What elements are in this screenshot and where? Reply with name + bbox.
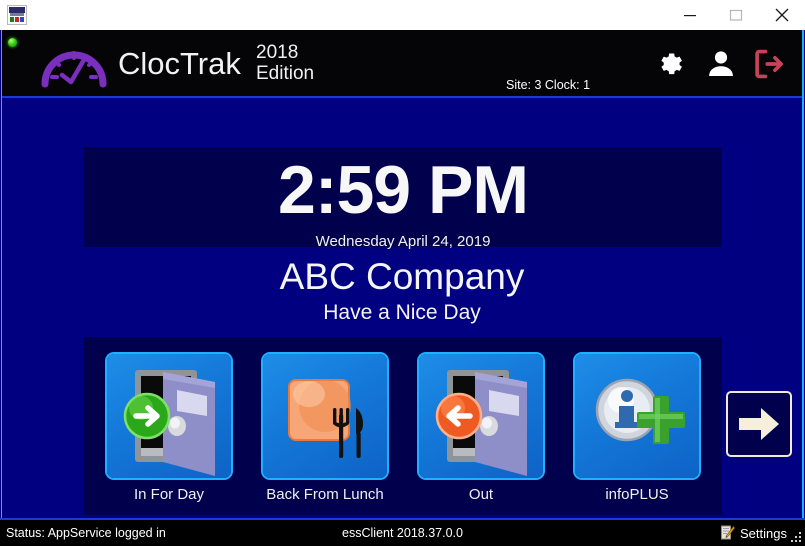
- close-icon: [775, 8, 789, 22]
- header-icon-group: [656, 47, 786, 81]
- punch-button-label: In For Day: [133, 486, 205, 503]
- settings-gear-button[interactable]: [656, 47, 690, 81]
- status-bar: Status: AppService logged in essClient 2…: [0, 518, 805, 546]
- punch-button-infoplus[interactable]: infoPLUS: [574, 354, 700, 504]
- punch-tile: [107, 354, 231, 478]
- door-out-icon: [435, 370, 527, 476]
- logout-icon: [755, 49, 784, 79]
- door-in-icon: [123, 370, 215, 476]
- close-button[interactable]: [759, 1, 805, 30]
- punch-button-row: In For Day Back From Lunch Out infoPLUS: [106, 354, 700, 504]
- maximize-button[interactable]: [713, 1, 759, 30]
- punch-button-label: Out: [468, 486, 494, 503]
- punch-tile: [575, 354, 699, 478]
- company-name: ABC Company: [279, 256, 525, 297]
- clock-panel: 2:59 PM Wednesday April 24, 2019: [84, 147, 722, 250]
- punch-button-in-for-day[interactable]: In For Day: [106, 354, 232, 504]
- arrow-right-icon: [739, 408, 779, 440]
- punch-tile: [263, 354, 387, 478]
- info-plus-icon: [595, 378, 685, 444]
- punch-tile: [419, 354, 543, 478]
- settings-shortcut[interactable]: Settings: [720, 525, 787, 541]
- app-icon: [7, 5, 27, 25]
- connection-status-led: [8, 38, 17, 47]
- settings-label: Settings: [740, 525, 787, 541]
- user-account-button[interactable]: [704, 47, 738, 81]
- resize-grip[interactable]: [790, 531, 803, 544]
- gear-icon: [661, 53, 682, 75]
- current-time: 2:59 PM: [278, 152, 529, 228]
- punch-button-out[interactable]: Out: [418, 354, 544, 504]
- edition-year: 2018: [256, 42, 299, 63]
- application-body: ClocTrak 2018 Edition Site: 3 Clock: 1 2…: [0, 30, 805, 546]
- app-header: ClocTrak 2018 Edition Site: 3 Clock: 1: [2, 30, 802, 98]
- punch-button-label: Back From Lunch: [266, 486, 384, 503]
- current-date: Wednesday April 24, 2019: [315, 233, 491, 250]
- gauge-icon: [41, 51, 107, 88]
- maximize-icon: [729, 9, 743, 21]
- punch-button-back-from-lunch[interactable]: Back From Lunch: [262, 354, 388, 504]
- brand-title: ClocTrak: [118, 46, 241, 81]
- greeting-message: Have a Nice Day: [323, 301, 481, 324]
- edition-word: Edition: [256, 63, 315, 84]
- logout-button[interactable]: [752, 47, 786, 81]
- punch-button-label: infoPLUS: [605, 486, 669, 503]
- minimize-button[interactable]: [667, 1, 713, 30]
- application-window: ClocTrak 2018 Edition Site: 3 Clock: 1 2…: [0, 0, 805, 546]
- application-content: ClocTrak 2018 Edition Site: 3 Clock: 1 2…: [1, 30, 804, 518]
- version-text: essClient 2018.37.0.0: [342, 526, 463, 540]
- next-page-button[interactable]: [726, 391, 792, 457]
- site-clock-label: Site: 3 Clock: 1: [506, 78, 591, 92]
- edition-label: 2018 Edition: [256, 42, 314, 84]
- punch-button-panel: In For Day Back From Lunch Out infoPLUS: [84, 337, 722, 515]
- minimize-icon: [684, 15, 696, 17]
- notepad-pencil-icon: [721, 525, 735, 540]
- title-bar: [0, 0, 805, 31]
- meal-icon: [288, 379, 363, 458]
- user-icon: [709, 51, 733, 77]
